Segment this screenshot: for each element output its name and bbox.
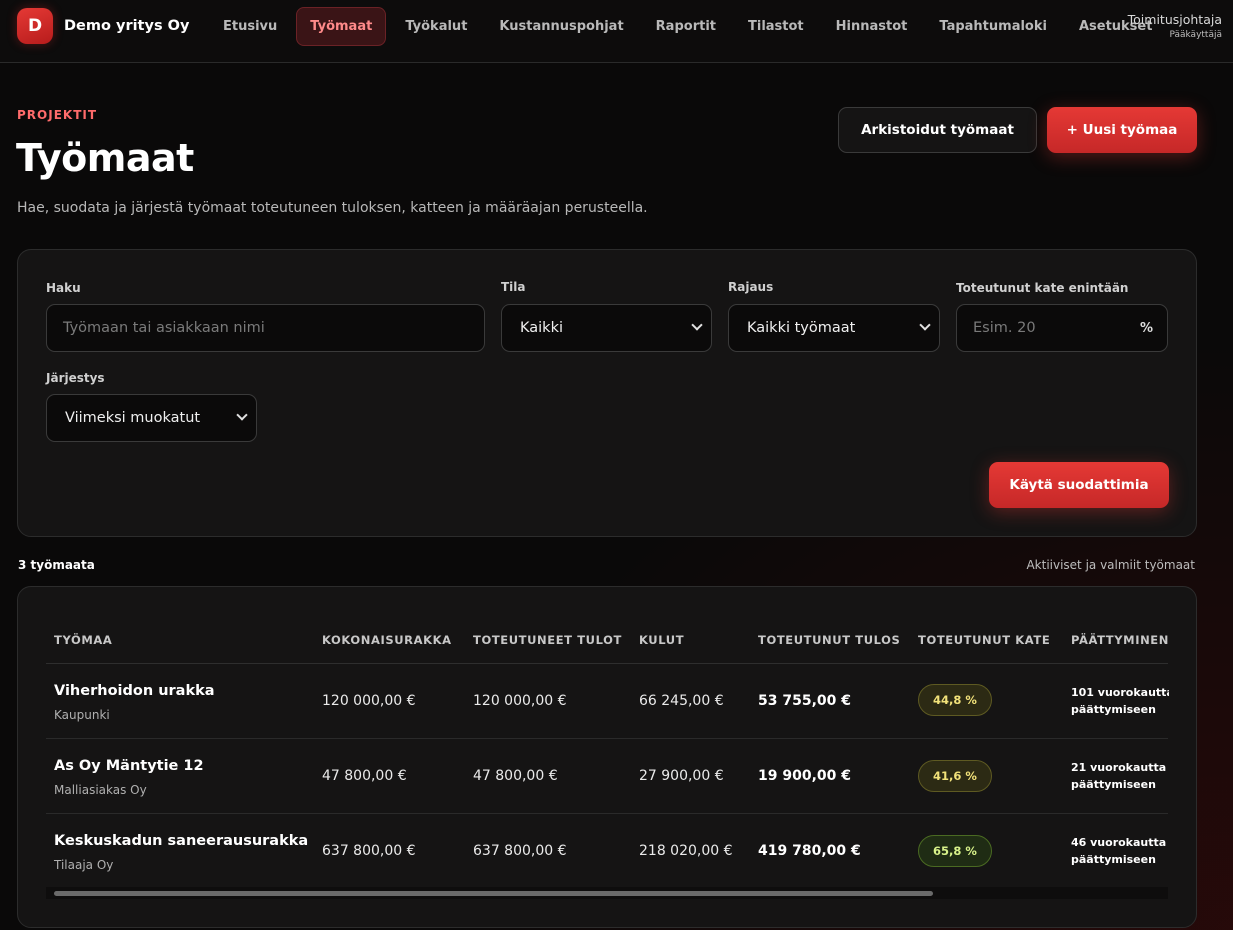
contract-value: 47 800,00 € (322, 768, 407, 784)
site-client: Malliasiakas Oy (54, 783, 147, 797)
brand[interactable]: D Demo yritys Oy (17, 8, 189, 44)
revenue-value: 120 000,00 € (473, 693, 567, 709)
status-select[interactable]: Kaikki (501, 304, 712, 352)
margin-badge: 65,8 % (918, 835, 992, 867)
nav-item-tapahtumaloki[interactable]: Tapahtumaloki (923, 7, 1063, 46)
contract-value: 637 800,00 € (322, 843, 416, 859)
row-divider (46, 813, 1168, 814)
result-value: 53 755,00 € (758, 693, 851, 709)
end-status: 46 vuorokautta u päättymiseen (1071, 834, 1169, 868)
end-status-days: 46 vuorokautta u (1071, 836, 1169, 849)
contract-value: 120 000,00 € (322, 693, 416, 709)
sort-label: Järjestys (46, 371, 105, 385)
user-role: Toimitusjohtaja (1127, 12, 1222, 27)
end-status: 101 vuorokautta päättymiseen (1071, 684, 1169, 718)
margin-input-placeholder: Esim. 20 (973, 320, 1036, 336)
costs-value: 66 245,00 € (639, 693, 724, 709)
top-navigation: D Demo yritys Oy Etusivu Työmaat Työkalu… (0, 0, 1233, 63)
scope-select[interactable]: Kaikki työmaat (728, 304, 940, 352)
margin-input[interactable]: Esim. 20 % (956, 304, 1168, 352)
results-count: 3 työmaata (18, 558, 95, 572)
column-header-site[interactable]: TYÖMAA (54, 633, 112, 647)
percent-unit: % (1139, 321, 1153, 336)
nav-item-hinnastot[interactable]: Hinnastot (820, 7, 924, 46)
search-input[interactable]: Työmaan tai asiakkaan nimi (46, 304, 485, 352)
user-permission: Pääkäyttäjä (1169, 30, 1222, 40)
end-status: 21 vuorokautta u päättymiseen (1071, 759, 1169, 793)
sites-table: TYÖMAA KOKONAISURAKKA TOTEUTUNEET TULOT … (17, 586, 1197, 928)
scope-select-value: Kaikki työmaat (747, 320, 856, 336)
end-status-text: päättymiseen (1071, 778, 1156, 791)
column-header-end[interactable]: PÄÄTTYMINEN (1071, 633, 1168, 647)
site-name[interactable]: As Oy Mäntytie 12 (54, 758, 204, 774)
section-eyebrow: PROJEKTIT (17, 108, 98, 122)
sort-select-value: Viimeksi muokatut (65, 410, 201, 426)
column-header-revenue[interactable]: TOTEUTUNEET TULOT (473, 633, 622, 647)
brand-name: Demo yritys Oy (64, 18, 190, 34)
apply-filters-button[interactable]: Käytä suodattimia (989, 462, 1169, 508)
scope-label: Rajaus (728, 280, 774, 294)
row-divider (46, 738, 1168, 739)
revenue-value: 47 800,00 € (473, 768, 558, 784)
end-status-days: 101 vuorokautta (1071, 686, 1169, 699)
results-note: Aktiiviset ja valmiit työmaat (1026, 558, 1195, 572)
end-status-text: päättymiseen (1071, 703, 1156, 716)
nav-item-tyomaat[interactable]: Työmaat (296, 7, 387, 46)
new-site-button[interactable]: + Uusi työmaa (1047, 107, 1197, 153)
column-header-margin[interactable]: TOTEUTUNUT KATE (918, 633, 1050, 647)
chevron-down-icon (236, 409, 248, 421)
column-header-result[interactable]: TOTEUTUNUT TULOS (758, 633, 900, 647)
costs-value: 218 020,00 € (639, 843, 733, 859)
result-value: 419 780,00 € (758, 843, 861, 859)
search-label: Haku (46, 281, 81, 295)
status-select-value: Kaikki (520, 320, 563, 336)
site-client: Tilaaja Oy (54, 858, 114, 872)
filter-panel: Haku Työmaan tai asiakkaan nimi Tila Kai… (17, 249, 1197, 537)
scrollbar-thumb[interactable] (54, 891, 933, 896)
status-label: Tila (501, 280, 526, 294)
nav-item-tilastot[interactable]: Tilastot (732, 7, 820, 46)
nav-item-raportit[interactable]: Raportit (640, 7, 732, 46)
margin-badge: 41,6 % (918, 760, 992, 792)
nav-links: Etusivu Työmaat Työkalut Kustannuspohjat… (207, 7, 1168, 46)
margin-label: Toteutunut kate enintään (956, 281, 1129, 295)
brand-logo-icon: D (17, 8, 53, 44)
column-header-contract[interactable]: KOKONAISURAKKA (322, 633, 452, 647)
archived-sites-button[interactable]: Arkistoidut työmaat (838, 107, 1037, 153)
header-divider (46, 663, 1168, 664)
site-name[interactable]: Keskuskadun saneerausurakka (54, 833, 308, 849)
nav-item-kustannuspohjat[interactable]: Kustannuspohjat (483, 7, 639, 46)
page-subtitle: Hae, suodata ja järjestä työmaat toteutu… (17, 200, 648, 216)
chevron-down-icon (919, 319, 931, 331)
user-menu[interactable]: Toimitusjohtaja Pääkäyttäjä (1128, 12, 1222, 40)
margin-badge: 44,8 % (918, 684, 992, 716)
end-status-text: päättymiseen (1071, 853, 1156, 866)
sort-select[interactable]: Viimeksi muokatut (46, 394, 257, 442)
chevron-down-icon (691, 319, 703, 331)
column-header-costs[interactable]: KULUT (639, 633, 684, 647)
page-title: Työmaat (16, 136, 194, 180)
nav-item-etusivu[interactable]: Etusivu (207, 7, 293, 46)
site-name[interactable]: Viherhoidon urakka (54, 683, 215, 699)
revenue-value: 637 800,00 € (473, 843, 567, 859)
site-client: Kaupunki (54, 708, 110, 722)
end-status-days: 21 vuorokautta u (1071, 761, 1169, 774)
costs-value: 27 900,00 € (639, 768, 724, 784)
nav-item-tyokalut[interactable]: Työkalut (389, 7, 483, 46)
result-value: 19 900,00 € (758, 768, 851, 784)
